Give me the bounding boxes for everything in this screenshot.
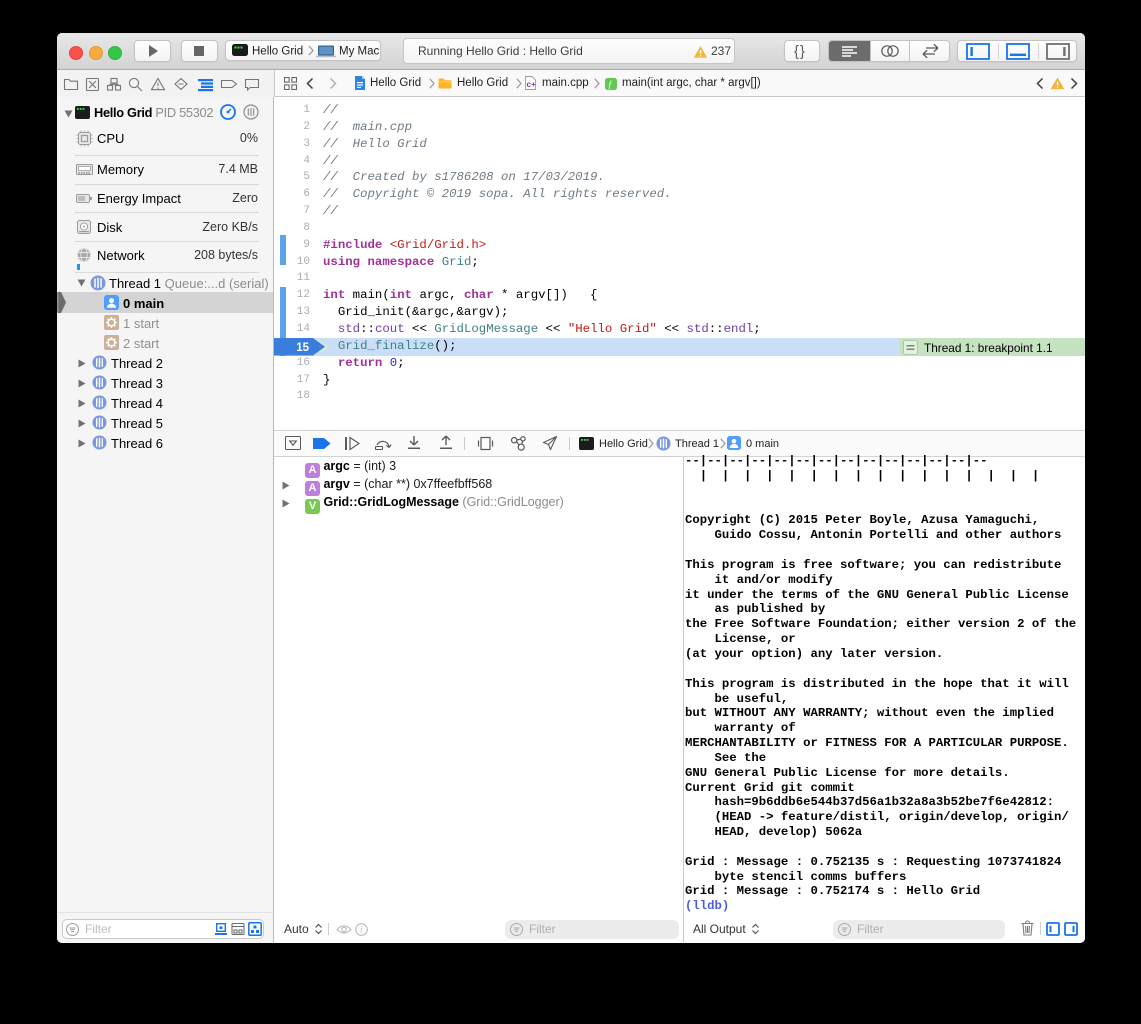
svg-text:Hello Grid: Hello Grid: [252, 46, 303, 58]
svg-text:{ }: { }: [794, 44, 805, 60]
svg-text:c+: c+: [527, 80, 536, 89]
svg-text:i: i: [360, 925, 363, 935]
svg-text:My Mac: My Mac: [339, 46, 380, 58]
